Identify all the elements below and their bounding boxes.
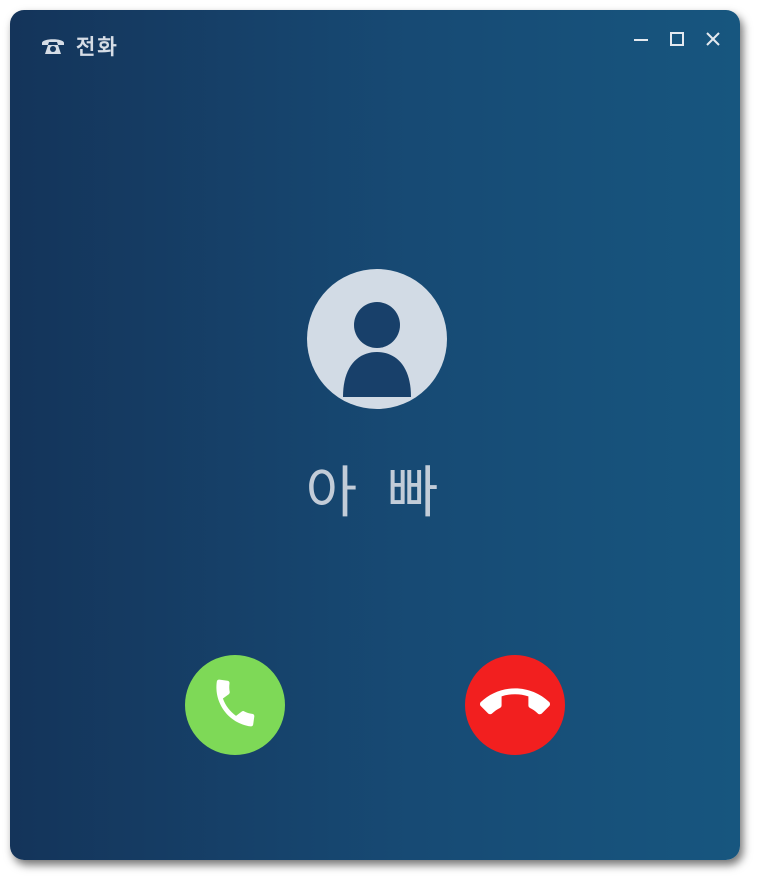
telephone-icon [40, 35, 66, 57]
maximize-icon[interactable] [666, 28, 688, 50]
minimize-icon[interactable] [630, 28, 652, 50]
user-avatar-icon [307, 269, 447, 409]
app-title-text: 전화 [76, 35, 119, 59]
app-title: 전화 [40, 31, 119, 61]
call-window: 전화 아 빠 [10, 10, 740, 860]
phone-accept-icon [207, 675, 263, 735]
caller-name: 아 빠 [305, 461, 445, 526]
decline-call-button[interactable] [465, 655, 565, 755]
title-bar[interactable]: 전화 [10, 10, 740, 74]
window-controls [630, 28, 724, 50]
accept-call-button[interactable] [185, 655, 285, 755]
close-icon[interactable] [702, 28, 724, 50]
phone-decline-icon [480, 668, 550, 742]
